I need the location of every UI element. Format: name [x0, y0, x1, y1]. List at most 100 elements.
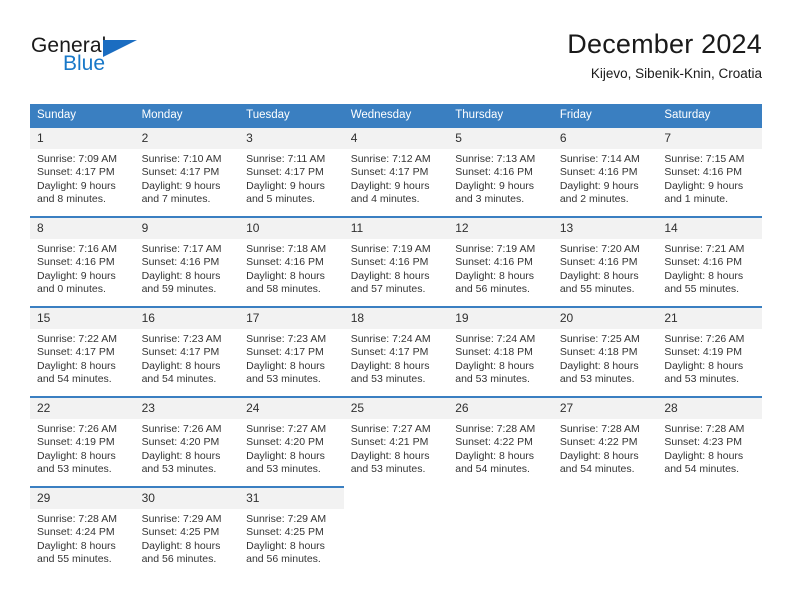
sunrise-text: Sunrise: 7:19 AM [455, 243, 536, 255]
sunrise-text: Sunrise: 7:18 AM [246, 243, 327, 255]
daylight-text-line1: Daylight: 8 hours [350, 269, 430, 282]
day-details: Sunrise: 7:12 AM Sunset: 4:17 PM Daylight:… [344, 149, 449, 207]
sunrise-text: Sunrise: 7:27 AM [246, 423, 327, 435]
calendar-day-cell[interactable]: 23 Sunrise: 7:26 AM Sunset: 4:20 PM Dayligh… [134, 396, 240, 487]
calendar-day-cell[interactable]: 15 Sunrise: 7:22 AM Sunset: 4:17 PM Dayligh… [30, 306, 135, 397]
sunrise-text: Sunrise: 7:16 AM [37, 243, 117, 255]
day-number: 15 [30, 308, 135, 329]
calendar-day-cell[interactable]: 30 Sunrise: 7:29 AM Sunset: 4:25 PM Dayligh… [134, 486, 240, 576]
daylight-text-line1: Daylight: 8 hours [37, 359, 116, 372]
day-number: 5 [448, 128, 553, 149]
day-details: Sunrise: 7:16 AM Sunset: 4:16 PM Daylight:… [30, 239, 135, 297]
calendar-day-cell-empty [552, 486, 658, 576]
sunset-text: Sunset: 4:25 PM [246, 526, 324, 539]
day-details: Sunrise: 7:23 AM Sunset: 4:17 PM Daylight:… [135, 329, 240, 387]
calendar-day-cell[interactable]: 28 Sunrise: 7:28 AM Sunset: 4:23 PM Dayligh… [657, 396, 762, 487]
sunrise-text: Sunrise: 7:20 AM [559, 243, 640, 255]
weekday-header-monday: Monday [134, 104, 240, 127]
calendar-day-cell[interactable]: 19 Sunrise: 7:24 AM Sunset: 4:18 PM Dayligh… [448, 306, 553, 397]
calendar-day-cell[interactable]: 8 Sunrise: 7:16 AM Sunset: 4:16 PM Daylight… [30, 216, 135, 307]
daylight-text-line1: Daylight: 8 hours [350, 359, 430, 372]
day-number [344, 488, 449, 509]
daylight-text-line2: and 4 minutes. [350, 193, 420, 206]
daylight-text-line2: and 2 minutes. [559, 193, 629, 206]
day-number: 21 [657, 308, 762, 329]
calendar-day-cell[interactable]: 18 Sunrise: 7:24 AM Sunset: 4:17 PM Dayligh… [343, 306, 449, 397]
sunrise-text: Sunrise: 7:28 AM [37, 513, 117, 525]
sunrise-text: Sunrise: 7:14 AM [559, 153, 640, 165]
weekday-header-saturday: Saturday [657, 104, 762, 127]
day-details: Sunrise: 7:21 AM Sunset: 4:16 PM Daylight:… [657, 239, 762, 297]
calendar-header-row: Sunday Monday Tuesday Wednesday Thursday… [30, 104, 762, 127]
calendar-day-cell[interactable]: 27 Sunrise: 7:28 AM Sunset: 4:22 PM Dayligh… [552, 396, 658, 487]
calendar-day-cell[interactable]: 17 Sunrise: 7:23 AM Sunset: 4:17 PM Dayligh… [239, 306, 344, 397]
day-number: 31 [239, 488, 344, 509]
calendar-day-cell[interactable]: 26 Sunrise: 7:28 AM Sunset: 4:22 PM Dayligh… [448, 396, 553, 487]
daylight-text-line2: and 54 minutes. [664, 463, 740, 476]
calendar-week-row: 22 Sunrise: 7:26 AM Sunset: 4:19 PM Dayligh… [30, 396, 762, 487]
day-number: 13 [552, 218, 658, 239]
day-number: 17 [239, 308, 344, 329]
day-details: Sunrise: 7:11 AM Sunset: 4:17 PM Daylight:… [239, 149, 344, 207]
sunset-text: Sunset: 4:20 PM [141, 436, 220, 449]
day-number: 9 [134, 218, 240, 239]
weekday-header-sunday: Sunday [30, 104, 135, 127]
day-details: Sunrise: 7:10 AM Sunset: 4:17 PM Daylight:… [135, 149, 240, 207]
calendar-grid: Sunday Monday Tuesday Wednesday Thursday… [30, 104, 762, 576]
sunrise-text: Sunrise: 7:29 AM [246, 513, 327, 525]
calendar-week-row: 29 Sunrise: 7:28 AM Sunset: 4:24 PM Dayligh… [30, 486, 762, 576]
sunrise-text: Sunrise: 7:21 AM [664, 243, 745, 255]
calendar-day-cell[interactable]: 29 Sunrise: 7:28 AM Sunset: 4:24 PM Dayligh… [30, 486, 135, 576]
calendar-day-cell[interactable]: 22 Sunrise: 7:26 AM Sunset: 4:19 PM Dayligh… [30, 396, 135, 487]
daylight-text-line2: and 53 minutes. [246, 463, 321, 476]
calendar-day-cell[interactable]: 14 Sunrise: 7:21 AM Sunset: 4:16 PM Dayligh… [657, 216, 762, 307]
day-number: 22 [30, 398, 135, 419]
day-number [657, 488, 762, 509]
calendar-week-row: 8 Sunrise: 7:16 AM Sunset: 4:16 PM Daylight… [30, 216, 762, 307]
daylight-text-line2: and 55 minutes. [664, 283, 740, 296]
day-number: 3 [239, 128, 344, 149]
day-number: 8 [30, 218, 135, 239]
day-details: Sunrise: 7:17 AM Sunset: 4:16 PM Daylight:… [135, 239, 240, 297]
daylight-text-line2: and 55 minutes. [559, 283, 635, 296]
daylight-text-line1: Daylight: 9 hours [141, 179, 221, 192]
calendar-day-cell[interactable]: 9 Sunrise: 7:17 AM Sunset: 4:16 PM Daylight… [134, 216, 240, 307]
calendar-page: General Blue December 2024 Kijevo, Siben… [0, 0, 792, 612]
calendar-day-cell[interactable]: 21 Sunrise: 7:26 AM Sunset: 4:19 PM Dayligh… [657, 306, 762, 397]
calendar-day-cell[interactable]: 6 Sunrise: 7:14 AM Sunset: 4:16 PM Daylight… [552, 126, 658, 217]
daylight-text-line1: Daylight: 8 hours [559, 269, 639, 282]
calendar-day-cell[interactable]: 10 Sunrise: 7:18 AM Sunset: 4:16 PM Dayligh… [239, 216, 344, 307]
calendar-day-cell[interactable]: 5 Sunrise: 7:13 AM Sunset: 4:16 PM Daylight… [448, 126, 553, 217]
calendar-day-cell[interactable]: 4 Sunrise: 7:12 AM Sunset: 4:17 PM Daylight… [343, 126, 449, 217]
day-details: Sunrise: 7:18 AM Sunset: 4:16 PM Daylight:… [239, 239, 344, 297]
sunset-text: Sunset: 4:16 PM [664, 166, 743, 179]
day-number [553, 488, 658, 509]
daylight-text-line2: and 53 minutes. [664, 373, 740, 386]
calendar-day-cell[interactable]: 3 Sunrise: 7:11 AM Sunset: 4:17 PM Daylight… [239, 126, 344, 217]
day-details: Sunrise: 7:13 AM Sunset: 4:16 PM Daylight:… [448, 149, 553, 207]
day-number: 4 [343, 128, 449, 149]
daylight-text-line2: and 3 minutes. [455, 193, 525, 206]
daylight-text-line2: and 0 minutes. [37, 283, 106, 296]
calendar-day-cell[interactable]: 13 Sunrise: 7:20 AM Sunset: 4:16 PM Dayligh… [552, 216, 658, 307]
sunset-text: Sunset: 4:17 PM [350, 166, 429, 179]
calendar-day-cell[interactable]: 1 Sunrise: 7:09 AM Sunset: 4:17 PM Daylight… [30, 126, 135, 217]
calendar-day-cell[interactable]: 12 Sunrise: 7:19 AM Sunset: 4:16 PM Dayligh… [448, 216, 553, 307]
day-number: 2 [134, 128, 240, 149]
day-number: 27 [552, 398, 658, 419]
sunset-text: Sunset: 4:23 PM [664, 436, 743, 449]
daylight-text-line1: Daylight: 8 hours [246, 539, 325, 552]
calendar-day-cell-empty [343, 486, 449, 576]
calendar-day-cell[interactable]: 2 Sunrise: 7:10 AM Sunset: 4:17 PM Daylight… [134, 126, 240, 217]
calendar-day-cell[interactable]: 16 Sunrise: 7:23 AM Sunset: 4:17 PM Dayligh… [134, 306, 240, 397]
sunset-text: Sunset: 4:16 PM [37, 256, 115, 269]
calendar-day-cell[interactable]: 31 Sunrise: 7:29 AM Sunset: 4:25 PM Dayligh… [239, 486, 344, 576]
calendar-day-cell[interactable]: 25 Sunrise: 7:27 AM Sunset: 4:21 PM Dayligh… [343, 396, 449, 487]
calendar-day-cell[interactable]: 20 Sunrise: 7:25 AM Sunset: 4:18 PM Dayligh… [552, 306, 658, 397]
calendar-day-cell[interactable]: 7 Sunrise: 7:15 AM Sunset: 4:16 PM Daylight… [657, 126, 762, 217]
calendar-day-cell[interactable]: 24 Sunrise: 7:27 AM Sunset: 4:20 PM Dayligh… [239, 396, 344, 487]
sunset-text: Sunset: 4:17 PM [141, 346, 220, 359]
calendar-day-cell[interactable]: 11 Sunrise: 7:19 AM Sunset: 4:16 PM Dayligh… [343, 216, 449, 307]
brand-logo[interactable]: General Blue [30, 34, 230, 86]
day-number: 20 [552, 308, 658, 329]
